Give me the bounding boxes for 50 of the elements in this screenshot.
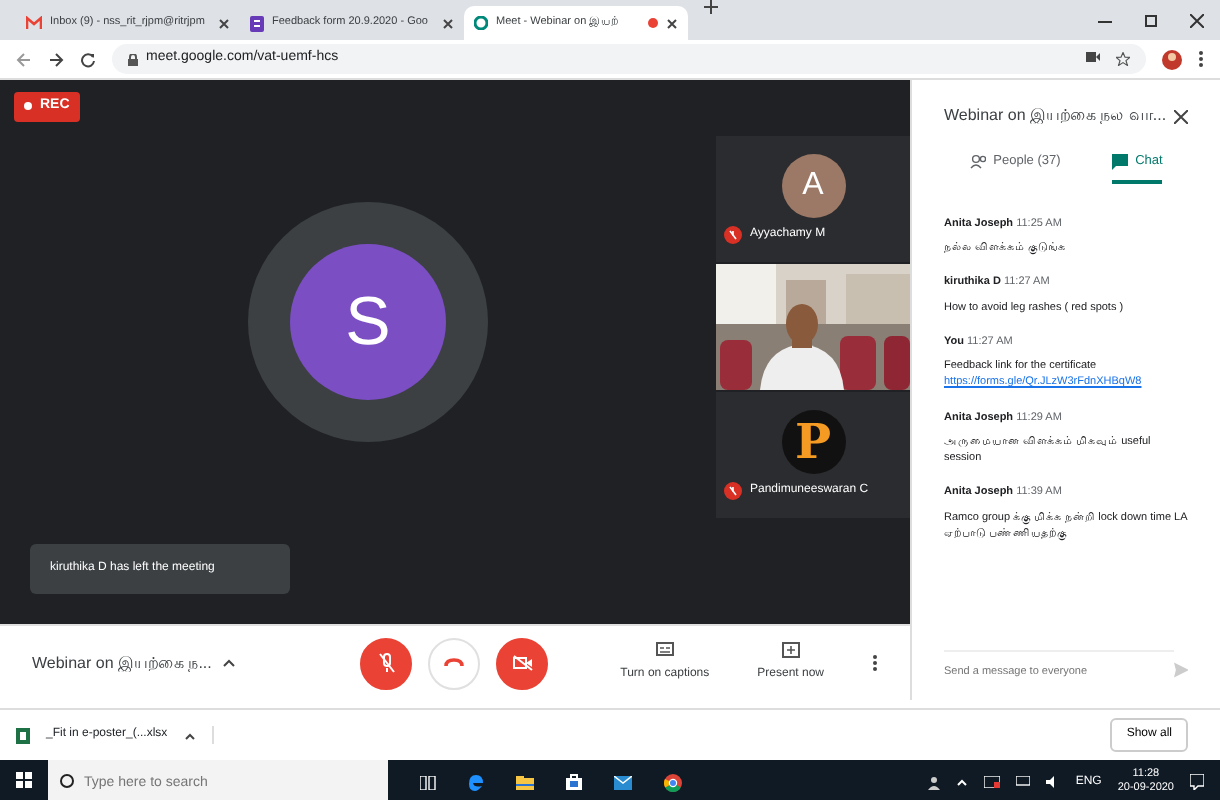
mail-icon bbox=[26, 16, 42, 30]
speaker-icon[interactable] bbox=[1045, 776, 1060, 788]
participant-avatar: A bbox=[781, 154, 845, 218]
microphone-button[interactable] bbox=[360, 637, 412, 689]
spreadsheet-icon bbox=[16, 727, 30, 743]
network-icon[interactable] bbox=[983, 776, 1000, 788]
participant-avatar: S bbox=[290, 244, 446, 400]
camera-icon[interactable] bbox=[1086, 52, 1100, 62]
avatar-icon[interactable] bbox=[1162, 49, 1182, 69]
chat-icon bbox=[1111, 153, 1128, 170]
close-icon[interactable] bbox=[218, 17, 230, 29]
chevron-up-icon[interactable] bbox=[222, 658, 236, 668]
record-dot-icon bbox=[24, 102, 32, 111]
mail-icon[interactable] bbox=[614, 775, 632, 789]
chevron-up-icon[interactable] bbox=[183, 731, 196, 739]
new-tab-icon[interactable] bbox=[704, 0, 718, 15]
display-icon[interactable] bbox=[1015, 776, 1030, 788]
forward-icon[interactable] bbox=[48, 51, 64, 67]
restore-icon[interactable] bbox=[1144, 13, 1158, 27]
microphone-off-icon bbox=[377, 652, 395, 674]
meet-icon bbox=[474, 16, 488, 30]
hang-up-icon bbox=[444, 658, 464, 668]
panel-title: Webinar on இயற்கை நல வா... bbox=[944, 104, 1169, 128]
camera-button[interactable] bbox=[496, 637, 548, 689]
chrome-icon[interactable] bbox=[664, 773, 682, 791]
lock-icon bbox=[128, 53, 138, 65]
reload-icon[interactable] bbox=[80, 51, 96, 67]
edge-icon[interactable] bbox=[468, 773, 484, 791]
store-icon[interactable] bbox=[566, 774, 582, 790]
star-icon[interactable] bbox=[1116, 52, 1130, 66]
task-view-icon[interactable] bbox=[420, 775, 436, 789]
present-icon bbox=[781, 642, 800, 658]
close-icon[interactable] bbox=[442, 17, 454, 29]
windows-icon[interactable] bbox=[16, 772, 32, 789]
folder-icon[interactable] bbox=[516, 775, 534, 789]
camera-off-icon bbox=[511, 654, 533, 672]
close-icon[interactable] bbox=[1190, 13, 1204, 27]
participant-logo: P bbox=[781, 410, 845, 474]
people-icon bbox=[969, 153, 986, 170]
close-icon[interactable] bbox=[666, 17, 678, 29]
form-icon bbox=[250, 15, 264, 31]
more-icon[interactable] bbox=[872, 654, 878, 672]
hang-up-button[interactable] bbox=[428, 637, 480, 689]
back-icon[interactable] bbox=[16, 51, 32, 67]
person-icon[interactable] bbox=[927, 775, 940, 789]
more-icon[interactable] bbox=[1198, 50, 1204, 68]
close-icon[interactable] bbox=[1174, 109, 1188, 123]
captions-icon bbox=[655, 642, 674, 658]
meeting-title: Webinar on இயற்கை ந... bbox=[32, 651, 214, 675]
notification-icon[interactable] bbox=[1190, 774, 1204, 790]
